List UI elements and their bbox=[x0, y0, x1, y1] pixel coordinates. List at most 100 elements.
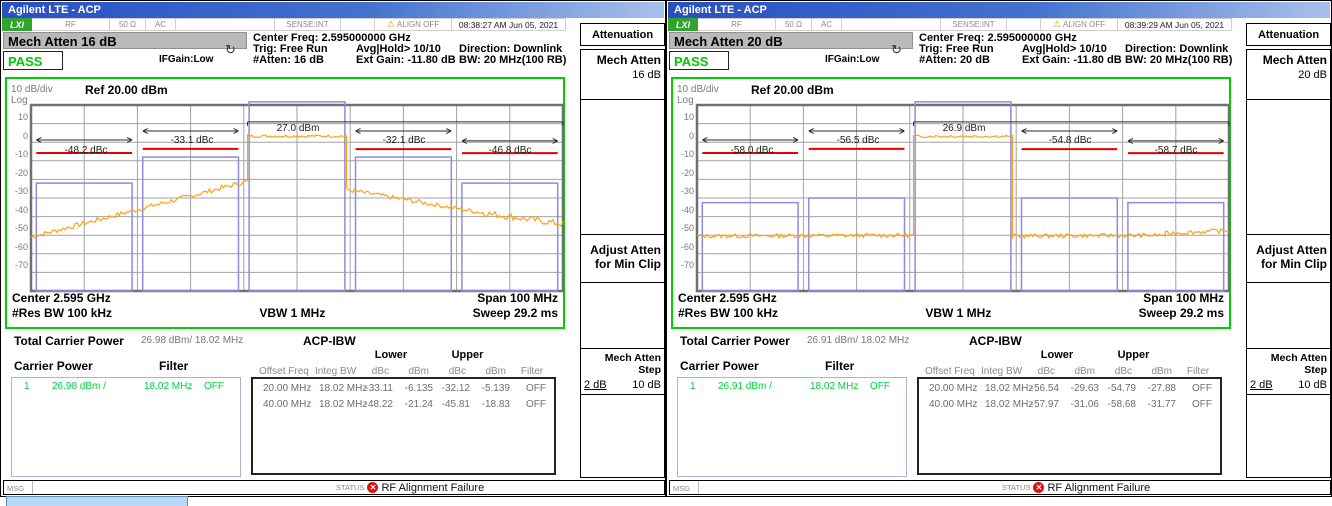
col-upper-dbm: dBm bbox=[1133, 366, 1172, 377]
status-cell-empty bbox=[1007, 18, 1041, 31]
acp-annotation-outer-right: -58.7 dBc bbox=[1128, 145, 1224, 156]
softkey-mech-atten-step[interactable]: Mech Atten Step 2 dB 10 dB bbox=[581, 349, 664, 395]
measurement-banner: Mech Atten 20 dB bbox=[669, 32, 913, 49]
acp-cell: -31.77 bbox=[1137, 399, 1176, 410]
measurement-mode-label: ACP-IBW bbox=[969, 334, 1022, 348]
status-strip: LXI RF 50 Ω AC SENSE:INT ⚠ALIGN OFF 08:3… bbox=[668, 18, 1232, 31]
y-axis-label: -20 bbox=[673, 168, 694, 178]
carrier-filter: OFF bbox=[870, 381, 890, 392]
upper-group-header: Upper bbox=[1095, 349, 1172, 361]
acp-cell: -21.24 bbox=[395, 399, 433, 410]
upper-group-header: Upper bbox=[429, 349, 506, 361]
softkey-adjust-atten[interactable]: Adjust Atten for Min Clip bbox=[1247, 235, 1330, 283]
y-axis-label: -30 bbox=[7, 186, 28, 196]
window-titlebar[interactable]: Agilent LTE - ACP bbox=[2, 2, 664, 18]
col-lower-dbc: dBc bbox=[1019, 366, 1055, 377]
carrier-value: 26.98 dBm / bbox=[52, 381, 106, 392]
atten-readout: #Atten: 20 dB bbox=[919, 54, 990, 66]
align-label: ALIGN OFF bbox=[1063, 20, 1105, 29]
rf-indicator: RF bbox=[698, 18, 776, 31]
step-option-active[interactable]: 2 dB bbox=[1250, 379, 1273, 391]
status-message: RF Alignment Failure bbox=[1047, 482, 1150, 494]
lxi-badge: LXI bbox=[668, 18, 698, 31]
softkey-blank bbox=[581, 395, 664, 477]
step-option-active[interactable]: 2 dB bbox=[584, 379, 607, 391]
step-option[interactable]: 10 dB bbox=[632, 379, 661, 391]
col-upper-dbm: dBm bbox=[467, 366, 506, 377]
bw-readout: BW: 20 MHz(100 RB) bbox=[1125, 54, 1232, 66]
acp-cell: 40.00 MHz bbox=[263, 399, 319, 410]
measurement-mode-label: ACP-IBW bbox=[303, 334, 356, 348]
y-axis-label: -70 bbox=[7, 260, 28, 270]
acp-cell: -5.139 bbox=[471, 383, 510, 394]
softkey-mech-atten-step[interactable]: Mech Atten Step 2 dB 10 dB bbox=[1247, 349, 1330, 395]
y-axis-label: -40 bbox=[7, 205, 28, 215]
acp-offset-table: 20.00 MHz 18.02 MHz -56.54 -29.63 -54.79… bbox=[917, 377, 1222, 475]
span-label: Span 100 MHz bbox=[1143, 291, 1224, 305]
acp-cell: -6.135 bbox=[395, 383, 433, 394]
status-message: RF Alignment Failure bbox=[381, 482, 484, 494]
pass-verdict: PASS bbox=[669, 51, 729, 70]
acp-annotation-outer-left: -48.2 dBc bbox=[38, 145, 134, 156]
y-axis-label: -50 bbox=[7, 223, 28, 233]
softkey-label: for Min Clip bbox=[1250, 257, 1327, 271]
softkey-blank bbox=[1247, 283, 1330, 349]
softkey-mech-atten[interactable]: Mech Atten 16 dB bbox=[581, 50, 664, 100]
acp-cell: -54.79 bbox=[1099, 383, 1136, 394]
col-filter: Filter bbox=[1183, 366, 1213, 377]
y-axis-label: -20 bbox=[7, 168, 28, 178]
carrier-bandwidth: 18.02 MHz bbox=[810, 381, 858, 392]
softkey-value: 20 dB bbox=[1250, 69, 1327, 81]
softkey-adjust-atten[interactable]: Adjust Atten for Min Clip bbox=[581, 235, 664, 283]
res-bw-label: #Res BW 100 kHz bbox=[12, 306, 112, 320]
lxi-badge: LXI bbox=[2, 18, 32, 31]
y-axis-label: -30 bbox=[673, 186, 694, 196]
total-carrier-power-label: Total Carrier Power bbox=[14, 334, 124, 348]
softkey-blank bbox=[581, 100, 664, 235]
window-titlebar[interactable]: Agilent LTE - ACP bbox=[668, 2, 1330, 18]
datetime: 08:38:27 AM Jun 05, 2021 bbox=[452, 18, 566, 31]
align-warning: ⚠ALIGN OFF bbox=[375, 18, 452, 31]
col-upper-dbc: dBc bbox=[1095, 366, 1132, 377]
filter-header: Filter bbox=[159, 359, 188, 373]
align-label: ALIGN OFF bbox=[397, 20, 439, 29]
carrier-power-box: 1 26.98 dBm / 18.02 MHz OFF bbox=[11, 377, 241, 477]
carrier-power-annotation: 26.9 dBm bbox=[916, 123, 1012, 134]
total-carrier-power-value: 26.98 dBm/ 18.02 MHz bbox=[141, 335, 243, 346]
span-label: Span 100 MHz bbox=[477, 291, 558, 305]
scale-label: 10 dB/div bbox=[677, 84, 719, 95]
step-option[interactable]: 10 dB bbox=[1298, 379, 1327, 391]
acp-cell: -32.12 bbox=[433, 383, 470, 394]
sense-indicator: SENSE:INT bbox=[941, 18, 1007, 31]
acp-cell: -48.22 bbox=[357, 399, 393, 410]
softkey-label: for Min Clip bbox=[584, 257, 661, 271]
acp-annotation-adj-right: -32.1 dBc bbox=[356, 135, 452, 146]
ext-gain-readout: Ext Gain: -11.80 dB bbox=[356, 54, 456, 66]
warning-icon: ⚠ bbox=[387, 19, 395, 30]
measurement-results: Total Carrier Power 26.98 dBm/ 18.02 MHz… bbox=[1, 331, 571, 479]
msg-label: MSG bbox=[673, 484, 690, 493]
measurement-results: Total Carrier Power 26.91 dBm/ 18.02 MHz… bbox=[667, 331, 1237, 479]
acp-cell: -58.68 bbox=[1099, 399, 1136, 410]
acp-cell: -29.63 bbox=[1061, 383, 1099, 394]
if-gain-label: IFGain:Low bbox=[825, 54, 879, 65]
continuous-sweep-icon: ↻ bbox=[891, 42, 902, 58]
y-axis-label: -40 bbox=[673, 205, 694, 215]
carrier-power-header: Carrier Power bbox=[14, 359, 93, 373]
analyzer-window: Agilent LTE - ACP LXI RF 50 Ω AC SENSE:I… bbox=[666, 0, 1332, 497]
softkey-mech-atten[interactable]: Mech Atten 20 dB bbox=[1247, 50, 1330, 100]
analyzer-window: Agilent LTE - ACP LXI RF 50 Ω AC SENSE:I… bbox=[0, 0, 666, 497]
res-bw-label: #Res BW 100 kHz bbox=[678, 306, 778, 320]
warning-icon: ⚠ bbox=[1053, 19, 1061, 30]
acp-cell: -45.81 bbox=[433, 399, 470, 410]
col-offset-freq: Offset Freq bbox=[259, 366, 315, 377]
atten-readout: #Atten: 16 dB bbox=[253, 54, 324, 66]
y-axis-label: -60 bbox=[673, 242, 694, 252]
status-cell-empty bbox=[341, 18, 375, 31]
acp-annotation-outer-left: -58.0 dBc bbox=[704, 145, 800, 156]
carrier-bandwidth: 18.02 MHz bbox=[144, 381, 192, 392]
sweep-label: Sweep 29.2 ms bbox=[1139, 306, 1224, 320]
scale-label: 10 dB/div bbox=[11, 84, 53, 95]
softkey-label: Adjust Atten bbox=[1250, 243, 1327, 257]
col-offset-freq: Offset Freq bbox=[925, 366, 981, 377]
